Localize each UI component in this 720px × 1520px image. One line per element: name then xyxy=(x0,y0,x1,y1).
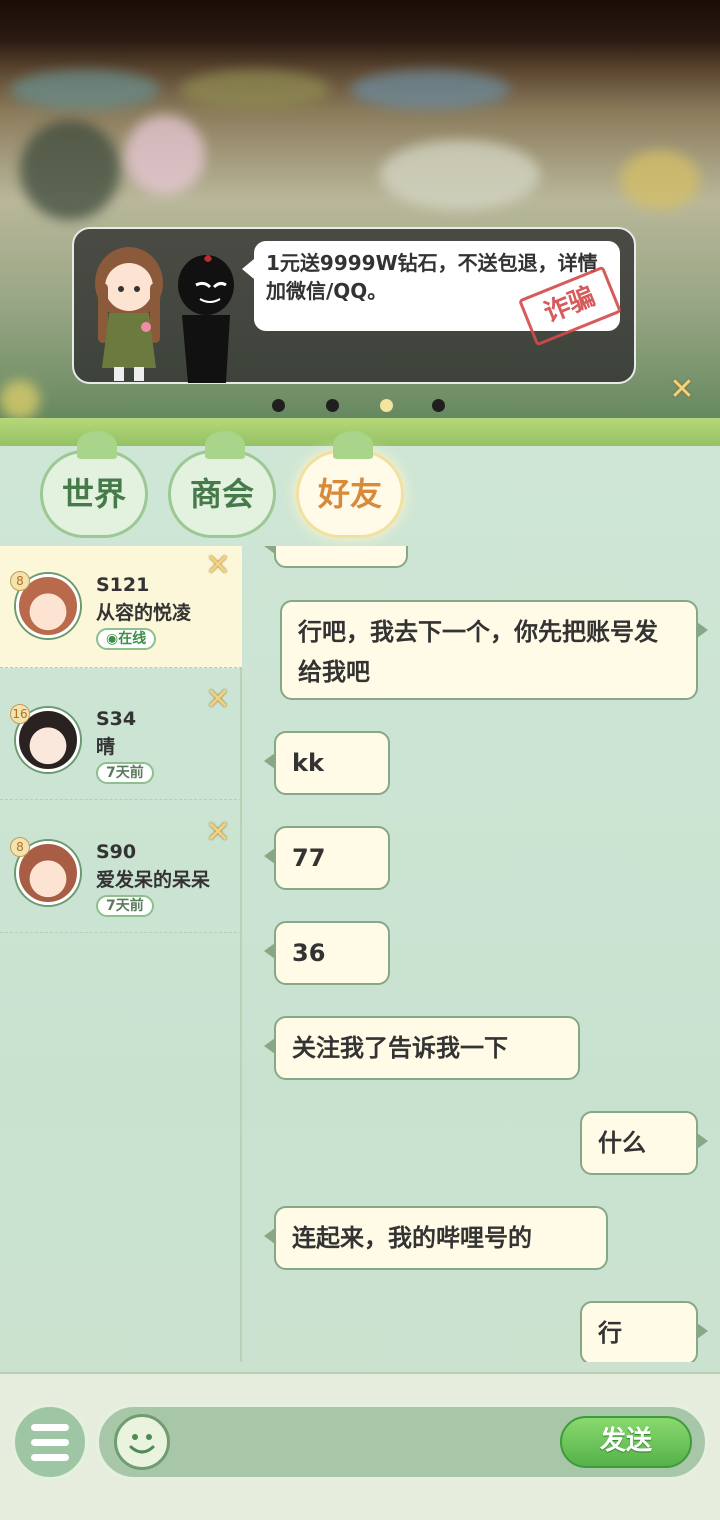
message-text: kk xyxy=(292,749,324,777)
message-bubble: 36 xyxy=(264,921,390,985)
message-text: 行吧，我去下一个，你先把账号发给我吧 xyxy=(298,618,658,686)
emoji-icon[interactable] xyxy=(114,1414,170,1470)
girl-character-illustration xyxy=(95,247,163,381)
message-bubble-partial xyxy=(264,546,408,568)
remove-friend-icon[interactable]: ✕ xyxy=(204,685,232,715)
friend-server: S34 xyxy=(96,708,137,730)
message-text: 连起来，我的哔哩号的 xyxy=(292,1224,532,1252)
message-bubble: 什么 xyxy=(580,1111,708,1175)
friend-server: S90 xyxy=(96,841,137,863)
carousel-indicator xyxy=(272,399,452,413)
carousel-dot[interactable] xyxy=(272,399,285,412)
message-bubble: 行 xyxy=(580,1301,708,1362)
carousel-dot[interactable] xyxy=(432,399,445,412)
message-text: 行 xyxy=(598,1319,622,1347)
scam-warning-banner[interactable]: 1元送9999W钻石，不送包退，详情加微信/QQ。 诈骗 xyxy=(72,227,636,384)
message-text: 什么 xyxy=(598,1129,646,1157)
leaf-icon xyxy=(77,431,117,459)
tab-friends-label: 好友 xyxy=(317,475,382,513)
carousel-dot-active[interactable] xyxy=(380,399,393,412)
message-bubble: 连起来，我的哔哩号的 xyxy=(264,1206,608,1270)
message-text: 77 xyxy=(292,844,326,872)
message-text: 关注我了告诉我一下 xyxy=(292,1034,508,1062)
menu-icon[interactable] xyxy=(12,1404,88,1480)
last-seen-badge: 7天前 xyxy=(96,762,154,784)
tab-guild[interactable]: 商会 xyxy=(168,431,276,538)
friend-item[interactable]: 8 S90 爱发呆的呆呆 7天前 ✕ xyxy=(0,801,242,933)
level-badge: 8 xyxy=(10,571,30,591)
friend-name: 晴 xyxy=(96,736,116,758)
friend-name: 从容的悦凌 xyxy=(96,602,192,624)
message-text: 36 xyxy=(292,939,326,967)
leaf-icon xyxy=(205,431,245,459)
remove-friend-icon[interactable]: ✕ xyxy=(204,818,232,848)
level-badge: 16 xyxy=(10,704,30,724)
tab-world[interactable]: 世界 xyxy=(40,431,148,538)
message-bubble: 77 xyxy=(264,826,390,890)
online-status-badge: ◉在线 xyxy=(96,628,157,650)
friend-item[interactable]: 16 S34 晴 7天前 ✕ xyxy=(0,668,242,800)
tab-friends[interactable]: 好友 xyxy=(296,431,404,538)
friend-item[interactable]: 8 S121 从容的悦凌 ◉在线 ✕ xyxy=(0,546,242,668)
message-bubble: 行吧，我去下一个，你先把账号发给我吧 xyxy=(280,600,708,700)
close-panel-icon[interactable]: ✕ xyxy=(668,375,696,405)
message-bubble: kk xyxy=(264,731,390,795)
chat-message-list[interactable]: 行吧，我去下一个，你先把账号发给我吧 kk 77 36 关注我了告诉我一下 什么… xyxy=(244,546,720,1362)
friend-server: S121 xyxy=(96,574,150,596)
remove-friend-icon[interactable]: ✕ xyxy=(204,551,232,581)
message-bubble: 关注我了告诉我一下 xyxy=(264,1016,580,1080)
tab-guild-label: 商会 xyxy=(189,475,254,513)
level-badge: 8 xyxy=(10,837,30,857)
friend-name: 爱发呆的呆呆 xyxy=(96,869,211,891)
last-seen-badge: 7天前 xyxy=(96,895,154,917)
leaf-icon xyxy=(333,431,373,459)
tab-world-label: 世界 xyxy=(61,475,126,513)
carousel-dot[interactable] xyxy=(326,399,339,412)
send-button[interactable]: 发送 xyxy=(560,1416,692,1468)
friend-list[interactable]: 8 S121 从容的悦凌 ◉在线 ✕ 16 S34 晴 7天前 ✕ 8 S90 … xyxy=(0,546,242,1362)
